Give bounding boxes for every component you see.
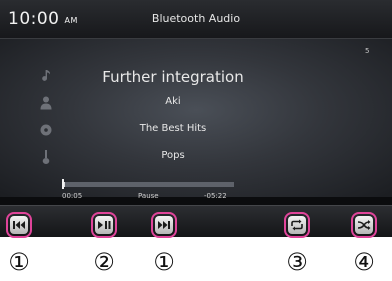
play-pause-button[interactable] bbox=[91, 212, 117, 238]
genre-guitar-icon bbox=[38, 149, 54, 165]
playback-state: Pause bbox=[138, 192, 159, 200]
shuffle-button[interactable] bbox=[351, 212, 377, 238]
callout-repeat: ③ bbox=[286, 248, 308, 276]
artist-icon bbox=[38, 95, 54, 111]
status-bar: 10:00 AM Bluetooth Audio bbox=[0, 0, 392, 39]
progress-thumb[interactable] bbox=[62, 179, 64, 189]
remaining-time: -05:22 bbox=[204, 192, 227, 200]
source-title: Bluetooth Audio bbox=[151, 12, 241, 25]
head-unit-screen: 10:00 AM Bluetooth Audio 5 Further integr… bbox=[0, 0, 392, 237]
callout-previous-track: ① bbox=[8, 248, 30, 276]
play-pause-icon bbox=[98, 221, 111, 229]
genre-name: Pops bbox=[161, 150, 185, 161]
track-title: Further integration bbox=[102, 68, 244, 86]
music-note-icon bbox=[38, 68, 54, 84]
control-bar bbox=[0, 205, 392, 237]
repeat-icon bbox=[291, 219, 303, 231]
callout-play-pause: ② bbox=[93, 248, 115, 276]
progress-bar[interactable] bbox=[62, 182, 234, 187]
track-number: 5 bbox=[365, 47, 370, 55]
shuffle-icon bbox=[357, 220, 371, 230]
previous-track-button[interactable] bbox=[6, 212, 32, 238]
elapsed-time: 00:05 bbox=[62, 192, 83, 200]
next-track-icon bbox=[158, 221, 170, 229]
album-disc-icon bbox=[38, 122, 54, 138]
next-track-button[interactable] bbox=[151, 212, 177, 238]
repeat-button[interactable] bbox=[284, 212, 310, 238]
album-name: The Best Hits bbox=[139, 123, 207, 134]
callout-next-track: ① bbox=[153, 248, 175, 276]
previous-track-icon bbox=[13, 221, 25, 229]
track-info-panel bbox=[0, 39, 392, 197]
callout-shuffle: ④ bbox=[353, 248, 375, 276]
artist-name: Aki bbox=[165, 96, 181, 107]
